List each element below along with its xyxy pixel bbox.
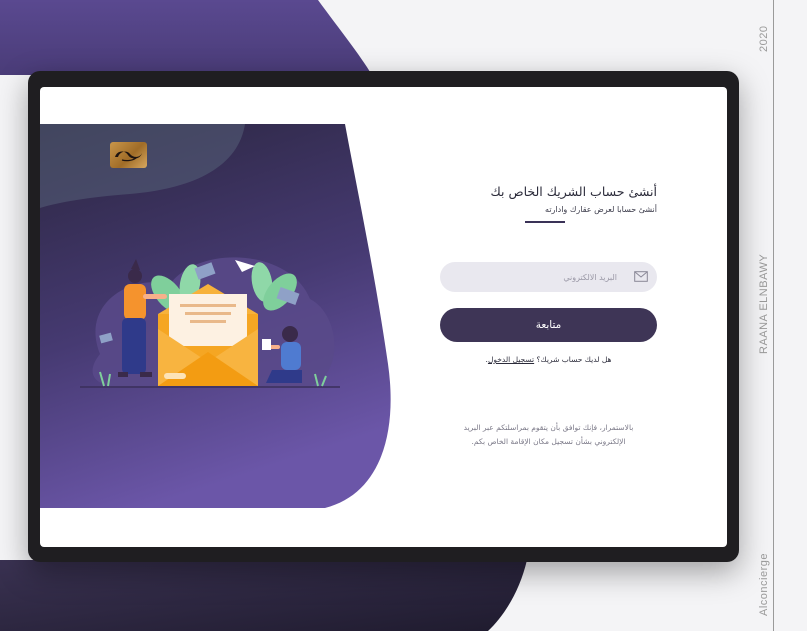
login-prompt: هل لديك حساب شريك؟ تسجيل الدخول. xyxy=(440,355,657,364)
form-title: أنشئ حساب الشريك الخاص بك xyxy=(490,184,658,199)
terms-line-1: بالاستمرار، فإنك توافق بأن يتقوم بمراسلت… xyxy=(463,423,634,432)
login-question: هل لديك حساب شريك؟ xyxy=(536,355,612,364)
project-label: Alconcierge xyxy=(758,553,770,616)
year-label: 2020 xyxy=(758,25,770,52)
hero-panel xyxy=(40,124,391,508)
login-link[interactable]: تسجيل الدخول xyxy=(488,355,534,364)
signup-form: أنشئ حساب الشريك الخاص بك أنشئ حسابا لعر… xyxy=(440,87,657,547)
form-subtitle: أنشئ حسابا لعرض عقارك وادارته xyxy=(545,205,657,214)
designer-label: RAANA ELNBAWY xyxy=(758,253,770,354)
right-vertical-rule xyxy=(773,0,774,631)
continue-button[interactable]: متابعة xyxy=(440,308,657,342)
envelope-icon xyxy=(634,271,648,282)
alconcierge-logo xyxy=(110,142,147,168)
terms-text: بالاستمرار، فإنك توافق بأن يتقوم بمراسلت… xyxy=(440,421,657,449)
title-underline xyxy=(525,221,565,223)
app-screen: أنشئ حساب الشريك الخاص بك أنشئ حسابا لعر… xyxy=(40,87,727,547)
terms-line-2: الإلكتروني بشأن تسجيل مكان الإقامة الخاص… xyxy=(471,437,626,446)
email-input[interactable] xyxy=(440,262,657,292)
